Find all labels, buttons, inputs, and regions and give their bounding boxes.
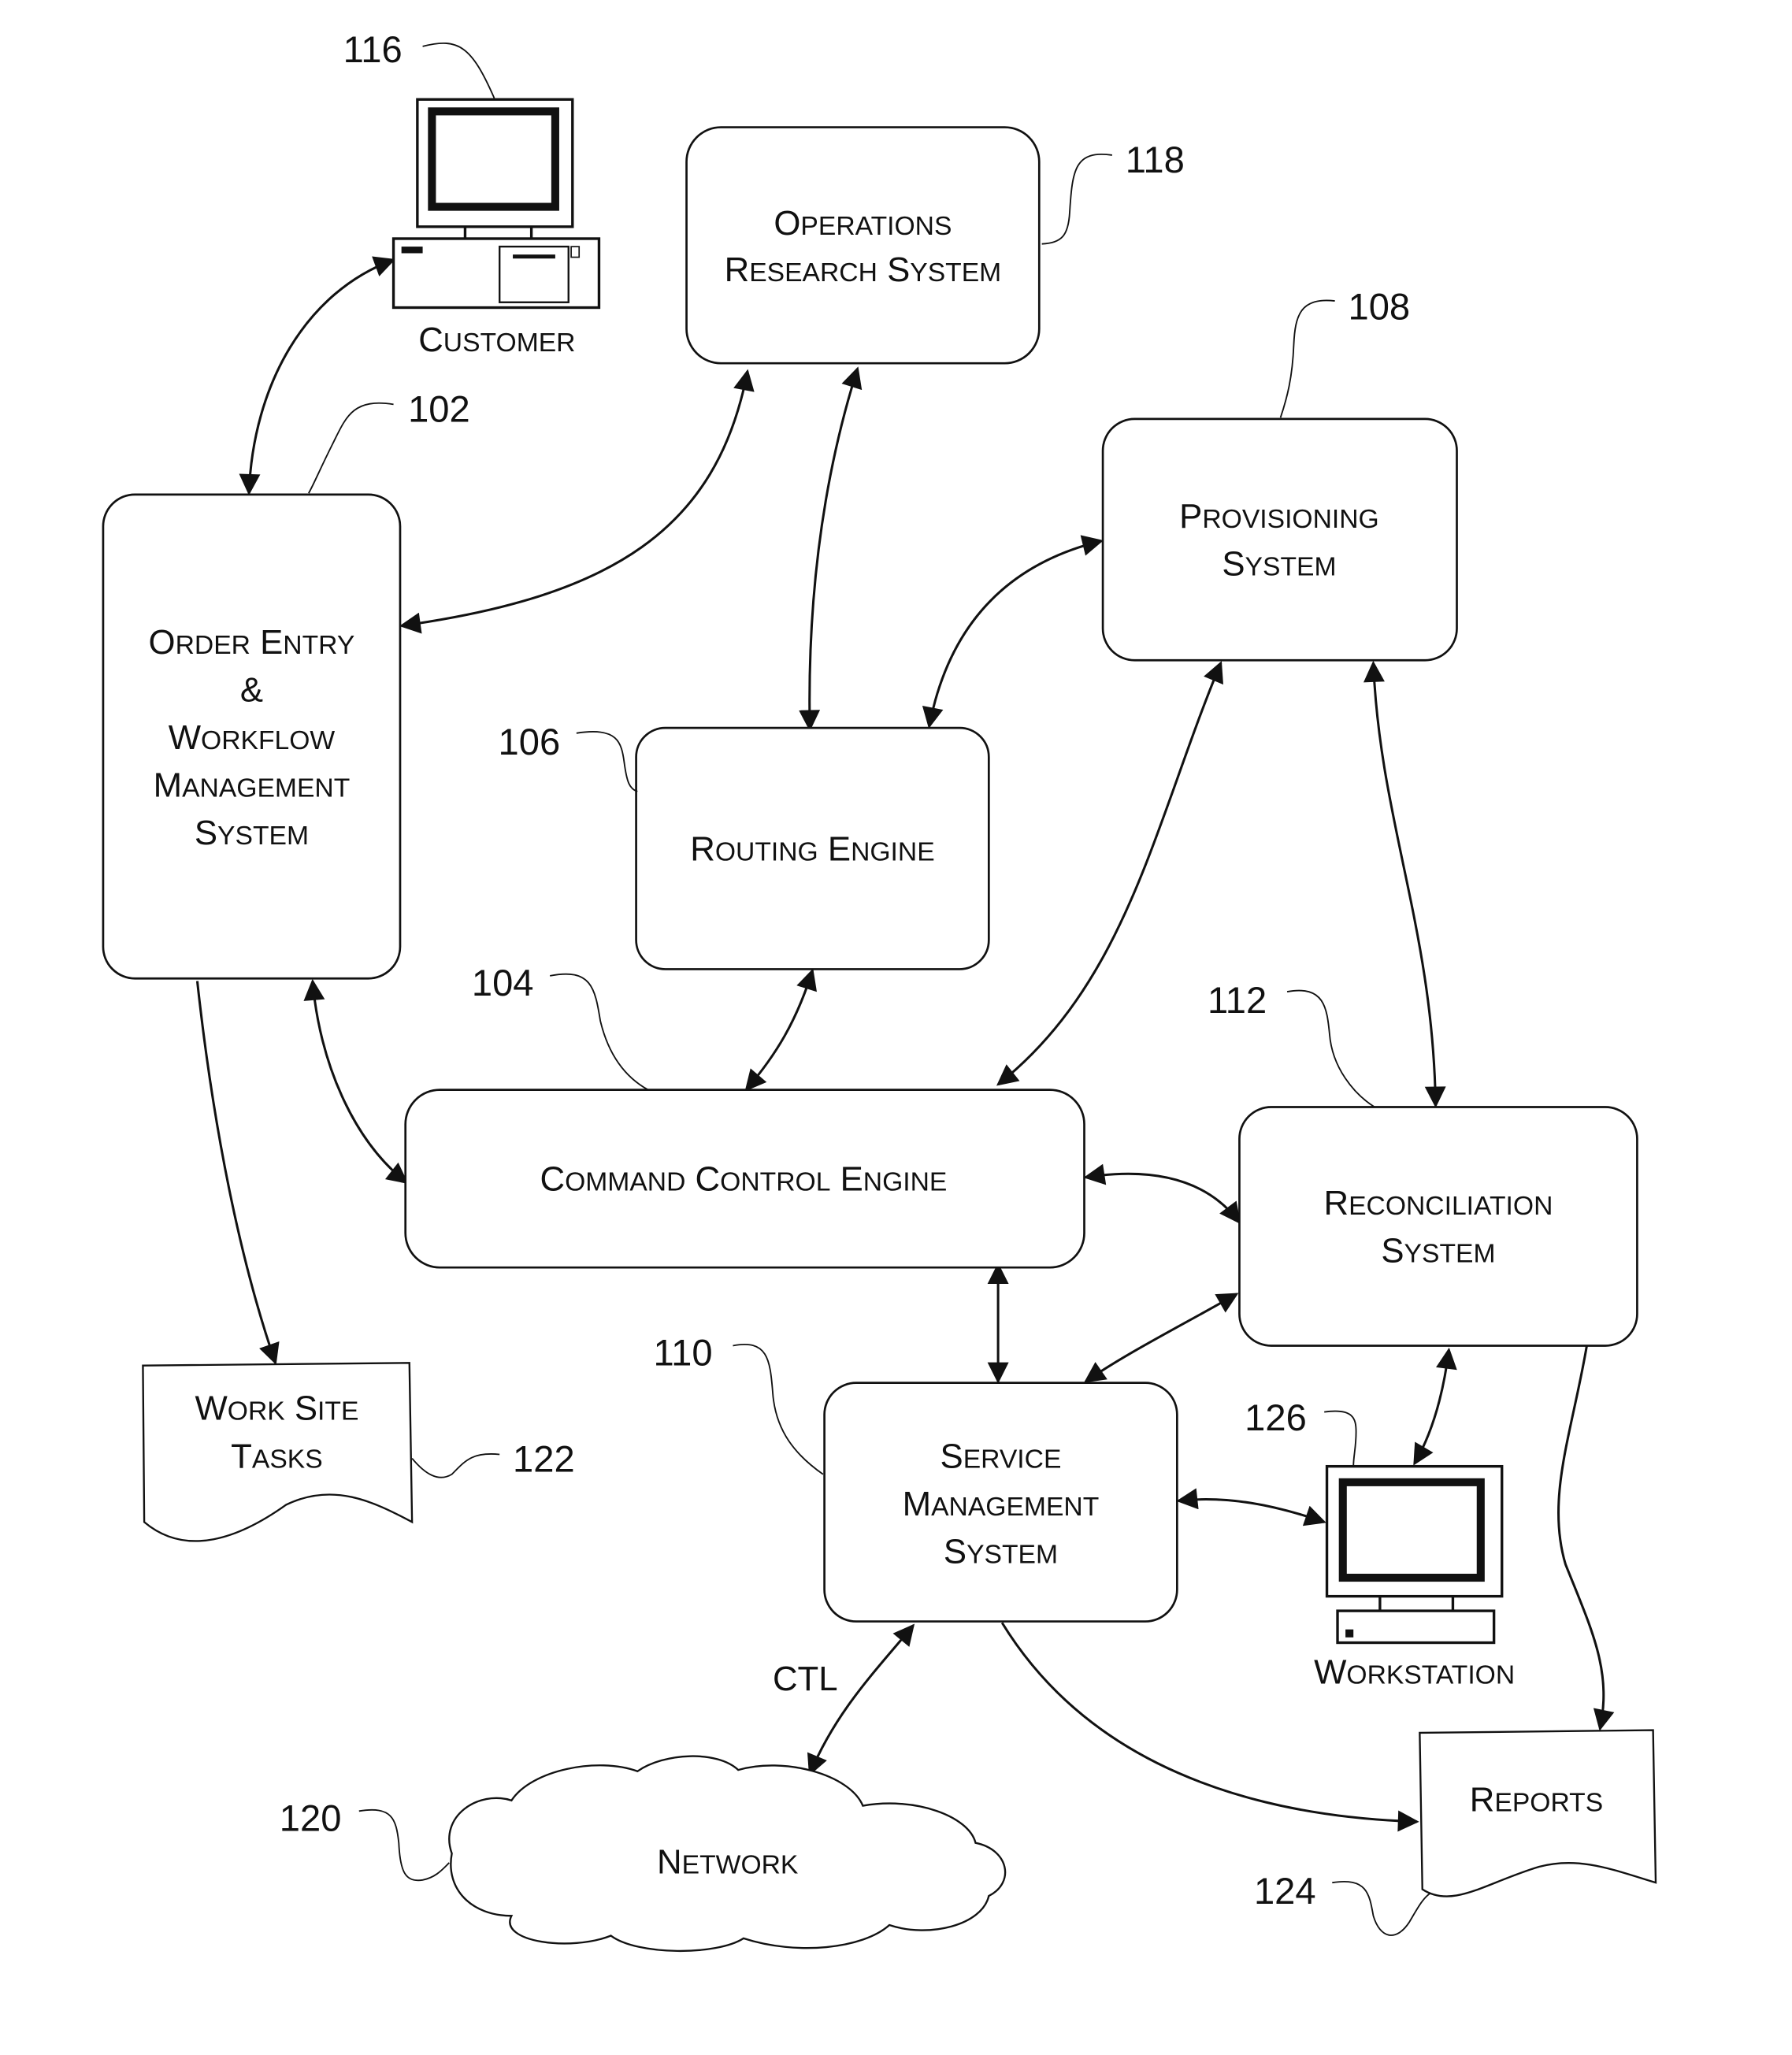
edge-service-mgmt-workstation	[1176, 1488, 1326, 1526]
leader-124	[1332, 1881, 1431, 1936]
ref-106: 106	[499, 721, 561, 762]
ref-104: 104	[472, 962, 534, 1003]
customer-label: CUSTOMER	[418, 321, 575, 359]
edge-order-entry-command-control	[303, 978, 409, 1185]
edge-customer-order-entry	[239, 256, 396, 495]
ref-116: 116	[343, 28, 403, 70]
leader-116	[422, 43, 495, 98]
node-command-control: COMMAND CONTROL ENGINE	[404, 1089, 1085, 1269]
leader-102	[308, 402, 394, 494]
edge-routing-provisioning	[922, 535, 1104, 729]
node-customer: CUSTOMER	[391, 98, 601, 359]
workstation-computer-icon	[1325, 1464, 1504, 1645]
workstation-label: WORKSTATION	[1314, 1653, 1515, 1692]
system-diagram: ORDER ENTRY & WORKFLOW MANAGEMENT SYSTEM…	[102, 28, 1657, 1953]
edge-reconciliation-reports	[1557, 1345, 1615, 1731]
provisioning-box	[1101, 417, 1458, 662]
ref-108: 108	[1348, 286, 1410, 328]
node-reconciliation: RECONCILIATION SYSTEM	[1238, 1106, 1638, 1347]
ref-124: 124	[1254, 1870, 1316, 1912]
edge-reconciliation-workstation	[1413, 1347, 1457, 1466]
ref-110: 110	[653, 1332, 712, 1374]
edge-provisioning-command-control	[996, 661, 1224, 1086]
ref-112: 112	[1208, 979, 1267, 1021]
edge-routing-command-control	[744, 968, 817, 1092]
ref-120: 120	[280, 1797, 342, 1839]
edge-provisioning-reconciliation	[1363, 660, 1446, 1108]
edge-service-mgmt-reports	[1000, 1622, 1419, 1832]
leader-104	[550, 973, 649, 1091]
reconciliation-box	[1238, 1106, 1638, 1347]
leader-118	[1041, 153, 1112, 245]
leader-110	[733, 1344, 824, 1475]
ref-122: 122	[513, 1437, 575, 1479]
ctl-edge-label: CTL	[773, 1660, 838, 1698]
node-ops-research: OPERATIONS RESEARCH SYSTEM	[685, 126, 1041, 365]
node-order-entry: ORDER ENTRY & WORKFLOW MANAGEMENT SYSTEM	[102, 493, 402, 980]
ops-research-box	[685, 126, 1041, 365]
desktop-computer-icon	[391, 98, 601, 310]
leader-106	[576, 731, 638, 792]
ref-126: 126	[1245, 1397, 1307, 1438]
ref-118: 118	[1126, 139, 1185, 180]
node-workstation: WORKSTATION	[1314, 1464, 1515, 1692]
leader-126	[1324, 1410, 1357, 1467]
leader-108	[1279, 299, 1335, 418]
leader-122	[411, 1452, 500, 1478]
node-routing: ROUTING ENGINE	[635, 726, 990, 970]
ref-102: 102	[408, 388, 470, 429]
node-network: NETWORK	[448, 1755, 1007, 1953]
leader-112	[1286, 989, 1375, 1108]
node-provisioning: PROVISIONING SYSTEM	[1101, 417, 1458, 662]
node-service-mgmt: SERVICE MANAGEMENT SYSTEM	[823, 1382, 1178, 1623]
order-entry-line-2: &	[240, 670, 263, 709]
edge-order-entry-work-site-tasks	[195, 981, 280, 1365]
edge-service-mgmt-network	[807, 1623, 915, 1776]
leader-120	[358, 1809, 450, 1882]
edge-ops-research-routing	[799, 366, 863, 732]
edge-command-control-reconciliation	[1083, 1163, 1241, 1225]
node-reports: REPORTS	[1419, 1729, 1657, 1897]
edge-reconciliation-service-mgmt	[1083, 1293, 1239, 1383]
node-work-site-tasks: WORK SITE TASKS	[142, 1362, 414, 1542]
